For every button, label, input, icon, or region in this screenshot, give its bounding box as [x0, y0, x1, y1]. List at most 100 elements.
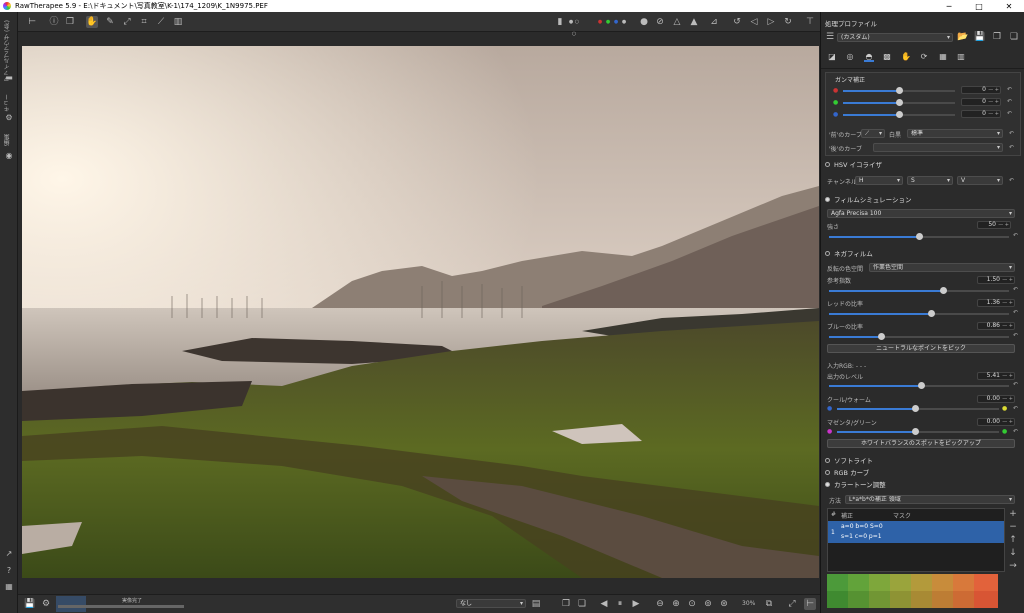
red-ratio-slider[interactable] — [829, 310, 1009, 317]
hsv-v-select[interactable]: V — [957, 176, 1003, 185]
profile-list-icon[interactable]: ☰ — [824, 31, 836, 43]
gamma-blue-slider[interactable] — [843, 111, 955, 118]
clip-shadow-icon[interactable]: ⊘ — [654, 16, 666, 28]
preview-dot-icon[interactable]: ● — [638, 16, 650, 28]
reset-icon[interactable]: ↶ — [1013, 286, 1018, 293]
film-preset-select[interactable]: Agfa Precisa 100 — [827, 209, 1015, 218]
section-color-toning[interactable]: カラートーン調整 — [825, 479, 1023, 489]
flip-vertical-icon[interactable]: ◁ — [748, 16, 760, 28]
paste-profile-icon[interactable]: ❏ — [1008, 31, 1020, 43]
reset-icon[interactable]: ↶ — [1013, 232, 1018, 239]
rotate-left-icon[interactable]: ↺ — [731, 16, 743, 28]
gamma-green-value[interactable]: 0 — [961, 98, 1001, 106]
strength-value[interactable]: 50 — [977, 221, 1011, 229]
add-region-icon[interactable]: + — [1007, 508, 1019, 520]
save-icon[interactable]: 💾 — [24, 598, 36, 610]
ref-exponent-value[interactable]: 1.50 — [977, 276, 1015, 284]
section-hsv[interactable]: HSV イコライザ — [825, 159, 1023, 169]
blue-ratio-slider[interactable] — [829, 333, 1009, 340]
white-balance-picker-icon[interactable]: ✎ — [104, 16, 116, 28]
curve-mode-select[interactable]: 標準 — [907, 129, 1003, 138]
curve-type-select[interactable]: ⟋ — [861, 129, 885, 138]
reset-icon[interactable]: ↶ — [1013, 381, 1018, 388]
paste-icon[interactable]: ❏ — [576, 598, 588, 610]
tab-color-icon[interactable]: ◓ — [864, 52, 874, 62]
reset-icon[interactable]: ↶ — [1007, 110, 1012, 117]
fullscreen-icon[interactable]: ▦ — [5, 583, 13, 591]
tab-editor[interactable]: 編集 — [3, 134, 12, 146]
reset-icon[interactable]: ↶ — [1013, 405, 1018, 412]
zoom-out-icon[interactable]: ⊖ — [654, 598, 666, 610]
before-after-icon[interactable]: ❐ — [64, 16, 76, 28]
method-select[interactable]: L*a*b*の補正 領域 — [845, 495, 1015, 504]
section-negative[interactable]: ネガフィルム — [825, 248, 1023, 258]
before-curve-select[interactable] — [873, 143, 1003, 152]
remove-region-icon[interactable]: − — [1007, 521, 1019, 533]
gamma-red-slider[interactable] — [843, 87, 955, 94]
magenta-green-slider[interactable] — [837, 428, 999, 435]
reset-icon[interactable]: ↶ — [1009, 177, 1014, 184]
focus-mask-icon[interactable]: ▮ — [554, 16, 566, 28]
info-icon[interactable]: ⓘ — [48, 16, 60, 28]
section-softlight[interactable]: ソフトライト — [825, 455, 1023, 465]
red-ratio-value[interactable]: 1.36 — [977, 299, 1015, 307]
reset-icon[interactable]: ↶ — [1013, 428, 1018, 435]
hsv-s-select[interactable]: S — [907, 176, 953, 185]
hsv-h-select[interactable]: H — [855, 176, 903, 185]
send-to-queue-icon[interactable]: ⚙ — [40, 598, 52, 610]
cool-warm-value[interactable]: 0.00 — [977, 395, 1015, 403]
reset-icon[interactable]: ↶ — [1009, 130, 1014, 137]
tab-detail-icon[interactable]: ◎ — [845, 52, 855, 62]
pick-wb-spot-button[interactable]: ホワイトバランスのスポットをピックアップ — [827, 439, 1015, 448]
gamma-green-slider[interactable] — [843, 99, 955, 106]
tab-raw-icon[interactable]: ▦ — [938, 52, 948, 62]
nav-next-icon[interactable]: ▶ — [630, 598, 642, 610]
open-profile-icon[interactable]: 📂 — [957, 31, 969, 43]
flip-horizontal-icon[interactable]: ▷ — [765, 16, 777, 28]
tab-local-icon[interactable]: ✋ — [901, 52, 911, 62]
reset-icon[interactable]: ↶ — [1009, 144, 1014, 151]
gamma-red-value[interactable]: 0 — [961, 86, 1001, 94]
help-icon[interactable]: ? — [5, 567, 13, 575]
spot-picker-icon[interactable]: ⤢ — [121, 16, 133, 28]
strength-slider[interactable] — [829, 233, 1009, 240]
rotate-right-icon[interactable]: ↻ — [782, 16, 794, 28]
move-down-icon[interactable]: ↓ — [1007, 547, 1019, 559]
copy-profile-icon[interactable]: ❐ — [991, 31, 1003, 43]
color-grid[interactable] — [827, 574, 1001, 609]
pick-neutral-button[interactable]: ニュートラルなポイントをピック — [827, 344, 1015, 353]
copy-icon[interactable]: ❐ — [560, 598, 572, 610]
histogram-icon[interactable]: ⊿ — [708, 16, 720, 28]
output-level-value[interactable]: 5.41 — [977, 372, 1015, 380]
history-toggle-icon[interactable]: ⊢ — [26, 16, 38, 28]
maximize-button[interactable]: □ — [964, 2, 994, 11]
zoom-100-icon[interactable]: ⊙ — [686, 598, 698, 610]
gamma-blue-value[interactable]: 0 — [961, 110, 1001, 118]
blue-ratio-value[interactable]: 0.86 — [977, 322, 1015, 330]
ref-exponent-slider[interactable] — [829, 287, 1009, 294]
reset-icon[interactable]: ↶ — [1007, 98, 1012, 105]
nav-prev-icon[interactable]: ◀ — [598, 598, 610, 610]
new-window-icon[interactable]: ⧉ — [763, 598, 775, 610]
tab-transform-icon[interactable]: ⟳ — [919, 52, 929, 62]
save-profile-icon[interactable]: 💾 — [974, 31, 986, 43]
crop-icon[interactable]: ⌗ — [138, 16, 150, 28]
tab-queue[interactable]: キュー — [3, 94, 12, 112]
section-film-simulation[interactable]: フィルムシミュレーション — [825, 194, 1023, 204]
nav-sync-icon[interactable]: ⏸ — [614, 598, 626, 610]
move-up-icon[interactable]: ↑ — [1007, 534, 1019, 546]
fullscreen-toggle-icon[interactable]: ⤢ — [786, 598, 798, 610]
minimize-button[interactable]: ─ — [934, 2, 964, 11]
zoom-in-icon[interactable]: ⊕ — [670, 598, 682, 610]
profile-combo[interactable]: (カスタム) — [837, 33, 953, 42]
tab-exposure-icon[interactable]: ◪ — [827, 52, 837, 62]
panel-toggle-icon[interactable]: ⊤ — [804, 16, 816, 28]
clip-highlight-icon[interactable]: △ — [671, 16, 683, 28]
previous-image-icon[interactable]: ▤ — [530, 598, 542, 610]
channel-dots-icon[interactable]: ● ○ ○ — [568, 16, 580, 37]
section-rgb-curves[interactable]: RGB カーブ — [825, 467, 1023, 477]
reset-icon[interactable]: ↶ — [1013, 309, 1018, 316]
zoom-fit-crop-icon[interactable]: ⊛ — [718, 598, 730, 610]
image-preview[interactable] — [22, 46, 819, 578]
reset-icon[interactable]: ↶ — [1013, 332, 1018, 339]
